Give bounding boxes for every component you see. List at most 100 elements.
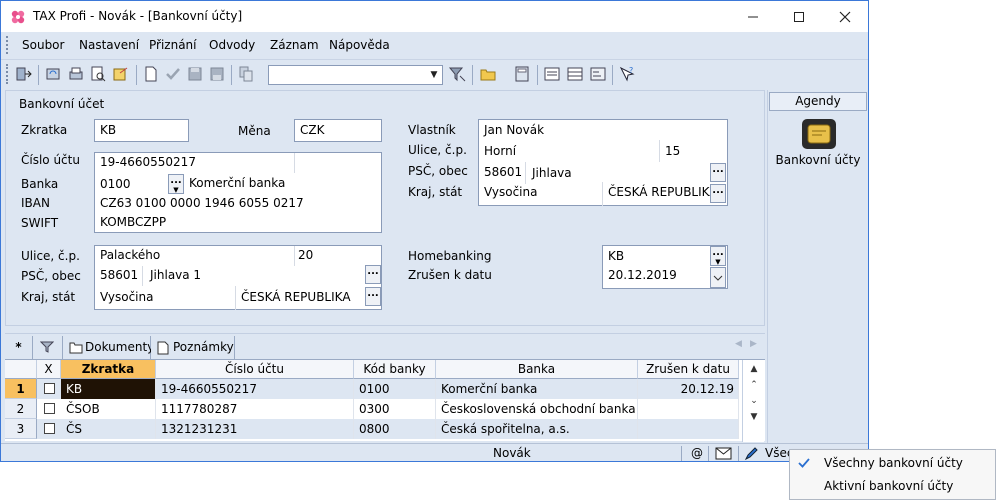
- scroll-bottom-icon[interactable]: ▼: [743, 409, 765, 425]
- menu-priznani[interactable]: Přiznání: [149, 38, 197, 52]
- owner-kraj-value[interactable]: Vysočina: [484, 185, 537, 199]
- owner-stat-picker-button[interactable]: ...: [710, 184, 726, 203]
- tab-poznamky[interactable]: Poznámky: [151, 336, 235, 359]
- table-scrollbar[interactable]: ▲ ⌃ ⌄ ▼: [742, 360, 764, 442]
- list-icon[interactable]: [543, 65, 561, 83]
- save-icon[interactable]: [186, 65, 204, 83]
- homebanking-picker-button[interactable]: ... ▼: [710, 246, 726, 266]
- maximize-button[interactable]: [776, 1, 822, 32]
- vlastnik-value[interactable]: Jan Novák: [484, 123, 544, 137]
- tab-new[interactable]: *: [5, 336, 33, 359]
- bank-kraj-value[interactable]: Vysočina: [100, 290, 153, 304]
- new-record-icon[interactable]: [142, 65, 160, 83]
- cislo-uctu-value[interactable]: 19-4660550217: [100, 155, 196, 169]
- row-header[interactable]: 3: [5, 419, 37, 439]
- confirm-icon[interactable]: [164, 65, 182, 83]
- menu-grip[interactable]: [6, 36, 8, 54]
- menu-napoveda[interactable]: Nápověda: [329, 38, 390, 52]
- cell-zrusen[interactable]: 20.12.19: [638, 379, 739, 399]
- exit-icon[interactable]: [15, 65, 33, 83]
- cell-kod-banky[interactable]: 0800: [354, 419, 436, 439]
- toolbar-grip[interactable]: [6, 64, 8, 84]
- column-header-zrusen[interactable]: Zrušen k datu: [638, 360, 739, 379]
- tab-scroll-right-icon[interactable]: ▶: [750, 339, 757, 349]
- iban-value[interactable]: CZ63 0100 0000 1946 6055 0217: [100, 196, 304, 210]
- cell-kod-banky[interactable]: 0100: [354, 379, 436, 399]
- menu-zaznam[interactable]: Záznam: [270, 38, 319, 52]
- column-header-cislo-uctu[interactable]: Číslo účtu: [156, 360, 354, 379]
- owner-obec-picker-button[interactable]: ...: [710, 163, 726, 182]
- scroll-top-icon[interactable]: ▲: [743, 361, 765, 377]
- bank-cislo-value[interactable]: 20: [298, 248, 313, 262]
- bank-ulice-value[interactable]: Palackého: [100, 248, 160, 262]
- column-header-banka[interactable]: Banka: [436, 360, 638, 379]
- row-checkbox[interactable]: [44, 403, 55, 414]
- filter-icon[interactable]: [448, 65, 466, 83]
- owner-psc-value[interactable]: 58601: [484, 165, 522, 179]
- table-row[interactable]: KB 19-4660550217 0100 Komerční banka 20.…: [37, 379, 739, 399]
- cell-zrusen[interactable]: [638, 399, 739, 419]
- cell-cislo-uctu[interactable]: 19-4660550217: [156, 379, 354, 399]
- row-header[interactable]: 1: [5, 379, 37, 399]
- scroll-down-icon[interactable]: ⌄: [743, 393, 765, 409]
- cell-cislo-uctu[interactable]: 1321231231: [156, 419, 354, 439]
- table-row[interactable]: ČS 1321231231 0800 Česká spořitelna, a.s…: [37, 419, 739, 439]
- menu-item-vsechny[interactable]: Všechny bankovní účty: [790, 451, 995, 475]
- mena-field[interactable]: CZK: [294, 119, 382, 142]
- table-icon[interactable]: [566, 65, 584, 83]
- print-icon[interactable]: [67, 65, 85, 83]
- copy-icon[interactable]: [237, 65, 255, 83]
- bank-code-value[interactable]: 0100: [100, 177, 131, 191]
- print-preview-icon[interactable]: [89, 65, 107, 83]
- pen-icon[interactable]: [744, 446, 759, 461]
- export-icon[interactable]: [112, 65, 130, 83]
- cell-zkratka[interactable]: ČSOB: [61, 399, 156, 419]
- menu-item-aktivni[interactable]: Aktivní bankovní účty: [790, 474, 995, 498]
- agendy-item-bankovni-ucty[interactable]: Bankovní účty: [768, 153, 868, 167]
- bank-picker-button[interactable]: ... ▼: [168, 174, 184, 194]
- tab-dokumenty[interactable]: Dokumenty: [63, 336, 154, 359]
- minimize-button[interactable]: [730, 1, 776, 32]
- mail-icon[interactable]: [715, 447, 732, 460]
- cell-banka[interactable]: Komerční banka: [436, 379, 638, 399]
- help-icon[interactable]: ?: [618, 65, 636, 83]
- cell-kod-banky[interactable]: 0300: [354, 399, 436, 419]
- cell-banka[interactable]: Československá obchodní banka: [436, 399, 638, 419]
- row-header[interactable]: 2: [5, 399, 37, 419]
- chevron-down-icon[interactable]: ▼: [428, 68, 440, 82]
- menu-odvody[interactable]: Odvody: [209, 38, 255, 52]
- form-view-icon[interactable]: [589, 65, 607, 83]
- column-header-kod-banky[interactable]: Kód banky: [354, 360, 436, 379]
- bank-card-icon[interactable]: [801, 118, 837, 150]
- owner-stat-value[interactable]: ČESKÁ REPUBLIKA: [608, 185, 718, 199]
- bank-stat-picker-button[interactable]: ...: [365, 287, 381, 306]
- tab-filter[interactable]: [33, 336, 63, 359]
- owner-obec-value[interactable]: Jihlava: [532, 166, 572, 180]
- menu-nastaveni[interactable]: Nastavení: [79, 38, 139, 52]
- sync-icon[interactable]: [44, 65, 62, 83]
- owner-ulice-value[interactable]: Horní: [484, 144, 516, 158]
- menu-soubor[interactable]: Soubor: [22, 38, 64, 52]
- filter-combo[interactable]: ▼: [268, 65, 443, 85]
- column-header-x[interactable]: X: [37, 360, 61, 379]
- bank-obec-value[interactable]: Jihlava 1: [150, 268, 201, 282]
- close-button[interactable]: [822, 1, 868, 32]
- cell-cislo-uctu[interactable]: 1117780287: [156, 399, 354, 419]
- cell-banka[interactable]: Česká spořitelna, a.s.: [436, 419, 638, 439]
- bank-obec-picker-button[interactable]: ...: [365, 265, 381, 284]
- bank-psc-value[interactable]: 58601: [100, 268, 138, 282]
- bank-stat-value[interactable]: ČESKÁ REPUBLIKA: [241, 290, 351, 304]
- calculator-icon[interactable]: [513, 65, 531, 83]
- column-header-zkratka[interactable]: Zkratka: [61, 360, 156, 379]
- zkratka-field[interactable]: KB: [94, 119, 189, 142]
- date-dropdown-button[interactable]: [710, 267, 726, 288]
- homebanking-value[interactable]: KB: [608, 249, 624, 263]
- zrusen-value[interactable]: 20.12.2019: [608, 268, 677, 282]
- scroll-up-icon[interactable]: ⌃: [743, 377, 765, 393]
- owner-cislo-value[interactable]: 15: [665, 144, 680, 158]
- row-checkbox[interactable]: [44, 383, 55, 394]
- table-row[interactable]: ČSOB 1117780287 0300 Československá obch…: [37, 399, 739, 419]
- folder-icon[interactable]: [479, 65, 497, 83]
- save-as-icon[interactable]: [208, 65, 226, 83]
- tab-scroll-left-icon[interactable]: ◀: [735, 339, 742, 349]
